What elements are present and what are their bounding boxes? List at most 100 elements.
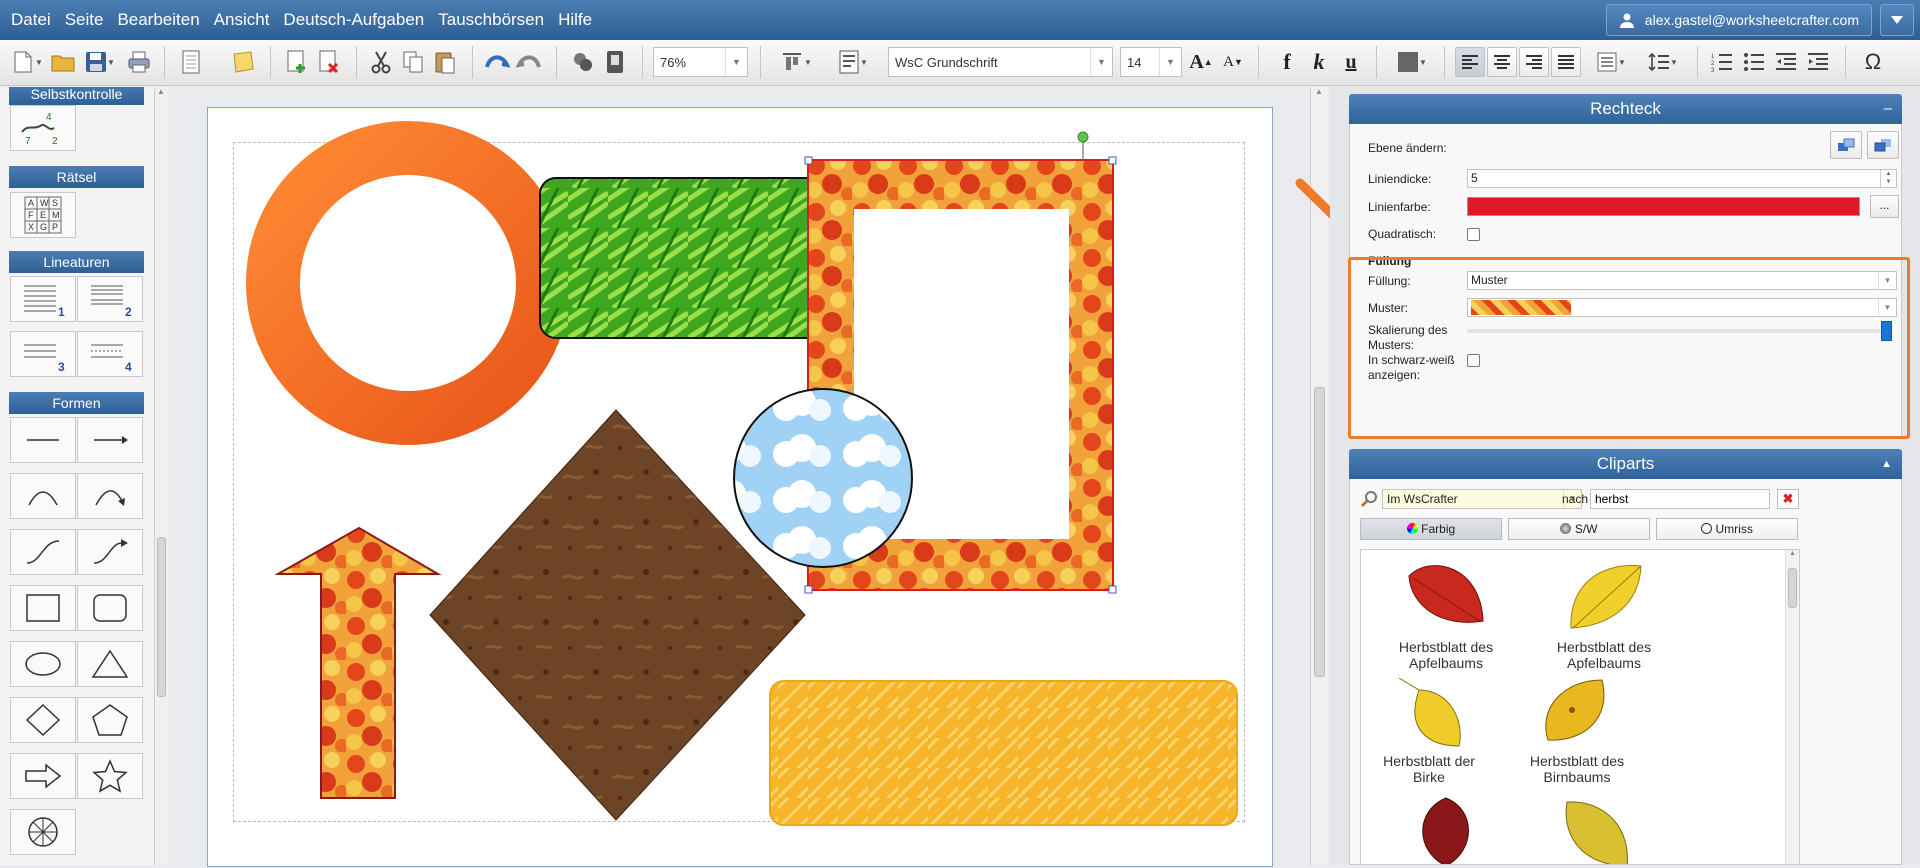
shrink-font-button[interactable]: A ▼	[1218, 47, 1248, 77]
tool-star[interactable]	[77, 753, 143, 799]
new-document-button[interactable]: ▼	[8, 47, 46, 77]
scroll-thumb[interactable]	[1788, 568, 1797, 608]
bullet-list-button[interactable]	[1739, 47, 1769, 77]
open-button[interactable]	[48, 47, 78, 77]
font-size-select[interactable]: 14 ▼	[1120, 47, 1182, 77]
outdent-button[interactable]	[1771, 47, 1801, 77]
menu-seite[interactable]: Seite	[65, 10, 104, 30]
quadratisch-checkbox[interactable]	[1467, 228, 1480, 241]
underline-button[interactable]: u	[1336, 47, 1366, 77]
menu-ansicht[interactable]: Ansicht	[214, 10, 270, 30]
save-button[interactable]: ▼	[80, 47, 120, 77]
paste-button[interactable]	[430, 47, 460, 77]
tool-diamond[interactable]	[10, 697, 76, 743]
leaf-rectangle-shape[interactable]	[539, 177, 828, 339]
align-justify-button[interactable]	[1551, 47, 1581, 77]
numbered-list-button[interactable]: 123	[1707, 47, 1737, 77]
menu-tauschboersen[interactable]: Tauschbörsen	[438, 10, 544, 30]
tool-triangle[interactable]	[77, 641, 143, 687]
tool-lineatur-1[interactable]: 1	[10, 276, 76, 322]
menu-datei[interactable]: Datei	[11, 10, 51, 30]
category-formen[interactable]: Formen	[9, 392, 144, 414]
tool-raetsel[interactable]: AWS FEM XGP	[10, 192, 76, 238]
spinner-icon[interactable]: ▲ ▼	[1880, 170, 1896, 187]
tool-arc-arrow[interactable]	[77, 473, 143, 519]
color-picker-button[interactable]: ...	[1870, 195, 1899, 218]
tool-palette-scrollbar[interactable]: ▲	[154, 87, 168, 865]
autumn-arrow-shape[interactable]	[274, 526, 442, 799]
tool-curve-arrow[interactable]	[77, 529, 143, 575]
clipart-item[interactable]: Herbstblatt des Apfelbaums	[1367, 556, 1525, 671]
user-account-button[interactable]: alex.gastel@worksheetcrafter.com	[1605, 4, 1872, 36]
copy-button[interactable]	[398, 47, 428, 77]
tab-sw[interactable]: S/W	[1508, 518, 1650, 540]
tool-ellipse[interactable]	[10, 641, 76, 687]
layer-back-button[interactable]	[1830, 131, 1862, 159]
line-spacing-button[interactable]: ▼	[1640, 47, 1686, 77]
tool-lineatur-2[interactable]: 2	[77, 276, 143, 322]
tool-arc[interactable]	[10, 473, 76, 519]
tool-rectangle[interactable]	[10, 585, 76, 631]
category-raetsel[interactable]: Rätsel	[9, 166, 144, 188]
scroll-up-icon[interactable]: ▲	[157, 87, 166, 99]
cloud-circle-shape[interactable]	[733, 388, 913, 568]
menu-bearbeiten[interactable]: Bearbeiten	[117, 10, 199, 30]
tool-curve[interactable]	[10, 529, 76, 575]
worksheet-page[interactable]	[207, 107, 1273, 867]
text-color-button[interactable]: ▼	[1390, 47, 1434, 77]
italic-button[interactable]: k	[1304, 47, 1334, 77]
clear-search-button[interactable]: ✖	[1777, 489, 1799, 509]
zoom-select[interactable]: 76% ▼	[653, 47, 748, 77]
linienfarbe-swatch[interactable]	[1467, 197, 1860, 216]
tool-rounded-rectangle[interactable]	[77, 585, 143, 631]
category-lineaturen[interactable]: Lineaturen	[9, 251, 144, 273]
grow-font-button[interactable]: A ▲	[1186, 47, 1216, 77]
user-dropdown-button[interactable]	[1880, 4, 1914, 36]
worksheet-canvas[interactable]	[169, 87, 1310, 867]
delete-page-button[interactable]	[314, 47, 344, 77]
collapse-button[interactable]: –	[1884, 94, 1892, 124]
special-character-button[interactable]: Ω	[1858, 47, 1888, 77]
clipart-item[interactable]: Herbstblatt des Apfelbaums	[1525, 556, 1683, 671]
tool-circle-segments[interactable]	[10, 809, 76, 855]
scroll-up-icon[interactable]: ▲	[1786, 550, 1799, 557]
tool-block-arrow[interactable]	[10, 753, 76, 799]
paragraph-button[interactable]: ▼	[1588, 47, 1634, 77]
text-position-button[interactable]: ▼	[829, 47, 877, 77]
scroll-thumb[interactable]	[157, 537, 166, 697]
menu-deutsch-aufgaben[interactable]: Deutsch-Aufgaben	[283, 10, 424, 30]
tab-umriss[interactable]: Umriss	[1656, 518, 1798, 540]
align-center-button[interactable]	[1487, 47, 1517, 77]
menu-hilfe[interactable]: Hilfe	[558, 10, 592, 30]
add-page-button[interactable]	[282, 47, 312, 77]
scroll-up-icon[interactable]: ▲	[1315, 87, 1323, 96]
font-family-select[interactable]: WsC Grundschrift ▼	[888, 47, 1113, 77]
clipart-item[interactable]	[1547, 790, 1637, 864]
ring-shape[interactable]	[246, 121, 570, 445]
tool-lineatur-3[interactable]: 3	[10, 331, 76, 377]
ungroup-button[interactable]	[600, 47, 630, 77]
tab-farbig[interactable]: Farbig	[1360, 518, 1502, 540]
clipart-search-input[interactable]	[1590, 489, 1770, 509]
print-button[interactable]	[124, 47, 154, 77]
tool-line[interactable]	[10, 417, 76, 463]
cliparts-panel-header[interactable]: Cliparts ▲▼	[1349, 449, 1902, 500]
category-selbstkontrolle[interactable]: Selbstkontrolle	[9, 87, 144, 105]
tool-selbstkontrolle[interactable]: 4 7 2	[10, 105, 76, 151]
bold-button[interactable]: f	[1272, 47, 1302, 77]
align-left-button[interactable]	[1455, 47, 1485, 77]
clipart-item[interactable]	[1401, 790, 1491, 864]
clipart-item[interactable]: Herbstblatt der Birke	[1367, 670, 1491, 785]
align-right-button[interactable]	[1519, 47, 1549, 77]
undo-button[interactable]	[482, 47, 512, 77]
redo-button[interactable]	[514, 47, 544, 77]
rectangle-panel-header[interactable]: Rechteck –	[1349, 94, 1902, 124]
clipart-source-select[interactable]: Im WsCrafter ▼	[1382, 489, 1582, 509]
group-button[interactable]	[568, 47, 598, 77]
layer-front-button[interactable]	[1867, 131, 1899, 159]
tool-lineatur-4[interactable]: 4	[77, 331, 143, 377]
clipart-item[interactable]: Herbstblatt des Birnbaums	[1497, 670, 1657, 785]
scroll-thumb[interactable]	[1314, 387, 1325, 677]
page-setup-button[interactable]	[176, 47, 206, 77]
clipart-scrollbar[interactable]: ▲	[1785, 550, 1799, 864]
